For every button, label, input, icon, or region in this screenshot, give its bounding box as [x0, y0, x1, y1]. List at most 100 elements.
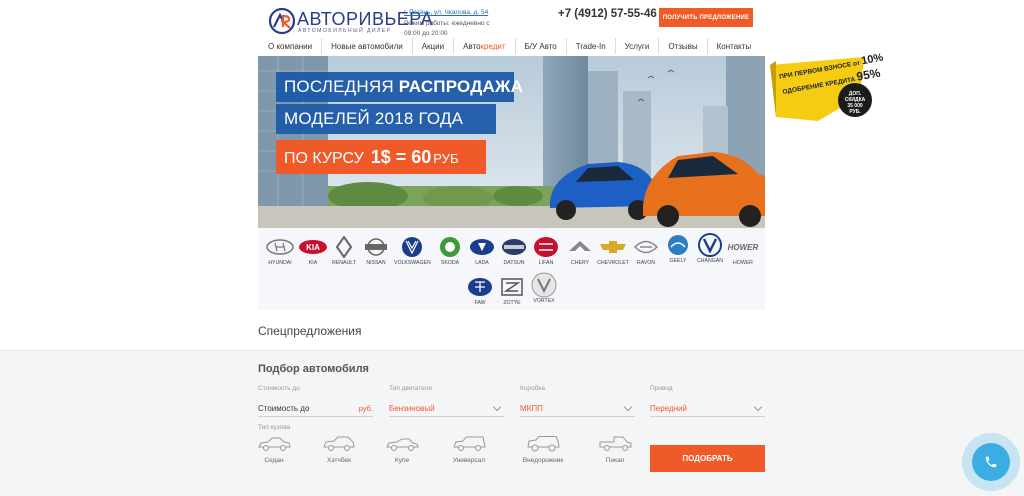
picker-title: Подбор автомобиля: [258, 363, 369, 375]
nav-item-used-cars[interactable]: Б/У Авто: [516, 38, 567, 54]
body-type-wagon[interactable]: Универсал: [439, 436, 499, 464]
price-input[interactable]: Стоимость до руб.: [258, 401, 373, 417]
skoda-logo-icon: [440, 237, 460, 257]
discount-badge: ДОП. СКИДКА 35 000 РУБ.: [838, 83, 872, 117]
hyundai-logo-icon: [266, 239, 294, 255]
nav-item-reviews[interactable]: Отзывы: [659, 38, 708, 54]
pick-car-button[interactable]: ПОДОБРАТЬ: [650, 445, 765, 472]
lada-logo-icon: [470, 239, 494, 255]
hower-logo-icon: HOWER: [728, 243, 759, 252]
phone-number[interactable]: +7 (4912) 57-55-46: [558, 8, 657, 20]
engine-field: Тип двигателя Бензиновый: [389, 385, 504, 417]
chevron-down-icon: [623, 402, 633, 412]
hatchback-icon: [323, 436, 355, 451]
pickup-icon: [599, 436, 632, 451]
gearbox-label: Коробка: [520, 385, 545, 392]
kia-logo-icon: KIA: [299, 240, 327, 254]
nav-credit-prefix: Авто: [463, 41, 481, 51]
body-type-pickup[interactable]: Пикап: [585, 436, 645, 464]
site-header: АВТОРИВЬЕРА АВТОМОБИЛЬНЫЙ ДИЛЕР г. Рязан…: [258, 0, 765, 40]
brand-skoda[interactable]: SKODA: [432, 236, 468, 266]
datsun-logo-icon: [502, 239, 526, 255]
nav-item-contacts[interactable]: Контакты: [708, 38, 761, 54]
logo-emblem-icon: [268, 7, 296, 35]
drive-select[interactable]: Передний: [650, 401, 765, 417]
hero-banner[interactable]: ПОСЛЕДНЯЯ РАСПРОДАЖА МОДЕЛЕЙ 2018 ГОДА П…: [258, 56, 765, 228]
brand-changan[interactable]: CHANGAN: [692, 233, 728, 264]
brand-zotye[interactable]: ZOTYE: [494, 276, 530, 306]
price-field: Стоимость до Стоимость до руб.: [258, 385, 373, 417]
brand-renault[interactable]: RENAULT: [326, 236, 362, 266]
gearbox-select[interactable]: МКПП: [520, 401, 635, 417]
brand-list: HYUNDAI KIA KIA RENAULT NISSAN VOLKSWAGE…: [258, 228, 765, 310]
banner-headline-3: ПО КУРСУ 1$ = 60 РУБ: [284, 147, 459, 167]
brand-datsun[interactable]: DATSUN: [496, 236, 532, 266]
wagon-icon: [453, 436, 486, 451]
body-type-coupe[interactable]: Купе: [372, 436, 432, 464]
brand-geely[interactable]: GEELY: [660, 234, 696, 264]
price-label: Стоимость до: [258, 385, 300, 392]
address-link[interactable]: г. Рязань, ул. Чкалова, д. 54: [404, 9, 488, 16]
logo-subtitle: АВТОМОБИЛЬНЫЙ ДИЛЕР: [298, 28, 392, 34]
brand-volkswagen[interactable]: VOLKSWAGEN: [394, 236, 431, 266]
body-type-label: Тип кузова: [258, 424, 291, 431]
volkswagen-logo-icon: [402, 237, 422, 257]
brand-hyundai[interactable]: HYUNDAI: [262, 236, 298, 266]
chery-logo-icon: [569, 241, 591, 251]
nav-item-trade-in[interactable]: Trade-In: [567, 38, 616, 54]
brand-vortex[interactable]: VORTEX: [526, 272, 562, 304]
nav-item-services[interactable]: Услуги: [616, 38, 660, 54]
main-nav: О компании Новые автомобили Акции Авто кр…: [258, 38, 765, 54]
chevrolet-logo-icon: [600, 241, 626, 253]
brand-lifan[interactable]: LIFAN: [528, 236, 564, 266]
vortex-logo-icon: [531, 272, 557, 298]
renault-logo-icon: [336, 236, 352, 258]
drive-label: Привод: [650, 385, 673, 392]
nav-item-auto-credit[interactable]: Авто кредит: [454, 38, 516, 54]
brand-faw[interactable]: FAW: [462, 276, 498, 306]
banner-headline-2: МОДЕЛЕЙ 2018 ГОДА: [284, 109, 464, 128]
ravon-logo-icon: [633, 240, 659, 254]
nav-item-company[interactable]: О компании: [258, 38, 323, 54]
brand-chery[interactable]: CHERY: [562, 236, 598, 266]
nissan-logo-icon: [365, 238, 387, 256]
logo[interactable]: АВТОРИВЬЕРА АВТОМОБИЛЬНЫЙ ДИЛЕР: [268, 6, 433, 36]
changan-logo-icon: [698, 233, 722, 257]
badge-line-4: РУБ.: [849, 109, 861, 115]
coupe-icon: [386, 438, 419, 451]
body-type-suv[interactable]: Внедорожник: [513, 436, 573, 464]
brand-lada[interactable]: LADA: [464, 236, 500, 266]
engine-value: Бензиновый: [389, 404, 435, 413]
callback-button[interactable]: [972, 443, 1010, 481]
gearbox-value: МКПП: [520, 404, 543, 413]
car-picker: Подбор автомобиля Стоимость до Стоимость…: [0, 350, 1024, 496]
brand-nissan[interactable]: NISSAN: [358, 236, 394, 266]
nav-credit-suffix: кредит: [480, 41, 506, 51]
brand-ravon[interactable]: RAVON: [628, 236, 664, 266]
price-placeholder: Стоимость до: [258, 404, 310, 413]
suv-icon: [527, 436, 560, 452]
phone-icon: [985, 456, 997, 468]
svg-text:HOWER: HOWER: [728, 243, 759, 252]
price-unit: руб.: [358, 404, 373, 413]
engine-label: Тип двигателя: [389, 385, 432, 392]
gearbox-field: Коробка МКПП: [520, 385, 635, 417]
brand-chevrolet[interactable]: CHEVROLET: [595, 236, 631, 266]
drive-field: Привод Передний: [650, 385, 765, 417]
geely-logo-icon: [668, 235, 688, 255]
sedan-icon: [258, 437, 291, 451]
get-offer-button[interactable]: ПОЛУЧИТЬ ПРЕДЛОЖЕНИЕ: [659, 8, 753, 27]
working-hours: Режим работы: ежедневно с 09:00 до 20:00: [404, 20, 490, 37]
nav-item-new-cars[interactable]: Новые автомобили: [322, 38, 413, 54]
body-type-sedan[interactable]: Седан: [244, 436, 304, 464]
faw-logo-icon: [468, 278, 492, 296]
brand-hower[interactable]: HOWER HOWER: [725, 236, 761, 266]
svg-text:KIA: KIA: [306, 243, 320, 252]
nav-item-promotions[interactable]: Акции: [413, 38, 455, 54]
special-offers-title: Спецпредложения: [258, 324, 362, 338]
lifan-logo-icon: [534, 237, 558, 257]
body-type-hatchback[interactable]: Хэтчбек: [309, 436, 369, 464]
engine-select[interactable]: Бензиновый: [389, 401, 504, 417]
zotye-logo-icon: [501, 278, 523, 296]
chevron-down-icon: [753, 402, 763, 412]
